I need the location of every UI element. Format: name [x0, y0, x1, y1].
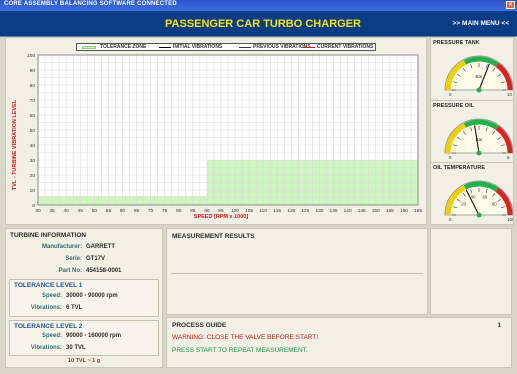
app-header: PASSENGER CAR TURBO CHARGER >> MAIN MENU… [0, 11, 517, 37]
tol2-vibrations-value: 30 TVL [66, 345, 86, 351]
tol1-speed-value: 30000 - 90000 rpm [66, 293, 118, 299]
part-value: 454158-0001 [86, 268, 122, 274]
x-tick-label: 130 [315, 208, 323, 214]
gauge-max-label: 6 [507, 155, 510, 160]
tol2-speed-value: 90000 - 160000 rpm [66, 333, 122, 339]
tol1-vibrations-value: 6 TVL [66, 305, 83, 311]
y-tick-label: 50 [30, 128, 36, 134]
gauge-title: PRESSURE OIL [433, 103, 474, 109]
tvl-conversion-note: 10 TVL ~ 1 g [67, 358, 101, 364]
y-tick-label: 10 [30, 188, 36, 194]
manufacturer-label: Manufacturer: [41, 244, 82, 250]
gauge-scale-label: 60 [483, 194, 488, 199]
part-label: Part No: [58, 268, 82, 274]
x-tick-label: 150 [372, 208, 380, 214]
right-blank-panel [430, 228, 512, 315]
process-guide-panel: PROCESS GUIDE 1 WARNING: CLOSE THE VALVE… [166, 317, 512, 368]
x-tick-label: 145 [358, 208, 366, 214]
gauge-min-label: 0 [449, 217, 452, 222]
gauge-unit-label: Bar [475, 74, 483, 79]
measurement-results-area [171, 245, 423, 274]
manufacturer-value: GARRETT [86, 244, 115, 250]
pressure-oil-gauge: 0 6 Bar [444, 118, 513, 160]
gauge-scale-label: 20 [461, 201, 466, 206]
y-tick-label: 20 [30, 173, 36, 179]
x-tick-label: 55 [106, 208, 112, 214]
serie-label: Serie: [65, 256, 82, 262]
x-tick-label: 50 [92, 208, 98, 214]
gauge-hub [476, 212, 482, 218]
vibration-chart-panel: TOLERANCE ZONE INITIAL VIBRATIONS PREVIO… [5, 37, 427, 225]
tol2-vibrations-label: Vibrations: [30, 345, 62, 351]
tol2-speed-label: Speed: [41, 333, 62, 339]
y-tick-label: 60 [30, 113, 36, 119]
x-tick-label: 70 [148, 208, 154, 214]
gauge-hub [476, 150, 482, 156]
main-menu-button[interactable]: >> MAIN MENU << [453, 20, 509, 27]
serie-value: GT17V [86, 256, 106, 262]
x-tick-label: 35 [49, 208, 55, 214]
tolerance-level-2-box: TOLERANCE LEVEL 2 Speed: 90000 - 160000 … [9, 320, 159, 356]
gauge-max-label: 100 [507, 217, 513, 222]
x-tick-label: 75 [162, 208, 168, 214]
gauge-scale-label: 40 [471, 194, 476, 199]
process-step-number: 1 [497, 323, 501, 329]
gauge-pressure-oil: PRESSURE OIL 0 6 Bar [431, 100, 513, 163]
y-tick-label: 80 [30, 83, 36, 89]
gauge-min-label: 0 [449, 92, 452, 97]
gauge-title: OIL TEMPERATURE [433, 165, 486, 171]
x-tick-label: 125 [301, 208, 309, 214]
gauge-scale-label: 80 [492, 201, 497, 206]
vibration-chart: 30 35 40 45 50 55 60 65 70 75 80 85 90 95 100 105 110 115… [27, 53, 422, 214]
tol1-vibrations-label: Vibrations: [30, 305, 62, 311]
x-tick-label: 165 [414, 208, 422, 214]
pressure-tank-gauge: 0 10 Bar [444, 55, 513, 97]
tolerance-level-1-title: TOLERANCE LEVEL 1 [14, 282, 83, 289]
turbine-info-title: TURBINE INFORMATION [10, 232, 87, 239]
y-tick-label: 70 [30, 98, 36, 104]
tol1-speed-label: Speed: [41, 293, 62, 299]
x-tick-label: 45 [78, 208, 84, 214]
x-tick-label: 140 [344, 208, 352, 214]
x-tick-label: 160 [400, 208, 408, 214]
tolerance-level-2-title: TOLERANCE LEVEL 2 [14, 323, 83, 330]
process-instruction: PRESS START TO REPEAT MEASUREMENT. [172, 347, 308, 354]
gauge-unit-label: Bar [475, 137, 483, 142]
x-tick-label: 65 [134, 208, 140, 214]
y-tick-label: 0 [32, 203, 35, 209]
gauge-title: PRESSURE TANK [433, 40, 480, 46]
x-tick-label: 40 [63, 208, 69, 214]
close-icon[interactable]: × [506, 1, 515, 9]
turbine-info-panel: TURBINE INFORMATION Manufacturer: GARRET… [5, 228, 163, 368]
x-tick-label: 115 [273, 208, 281, 214]
y-tick-label: 30 [30, 158, 36, 164]
window-title: CORE ASSEMBLY BALANCING SOFTWARE CONNECT… [4, 1, 177, 7]
gauge-oil-temperature: OIL TEMPERATURE 0 100 20 40 60 80 [431, 162, 513, 225]
gauges-panel: PRESSURE TANK 0 10 Bar PRESSURE OIL 0 6 Bar … [430, 37, 514, 225]
window-titlebar: CORE ASSEMBLY BALANCING SOFTWARE CONNECT… [0, 0, 517, 11]
x-axis-label: SPEED [RPM x 1000] [193, 214, 249, 220]
tolerance-level-1-box: TOLERANCE LEVEL 1 Speed: 30000 - 90000 r… [9, 279, 159, 317]
measurement-results-title: MEASUREMENT RESULTS [172, 233, 255, 240]
gauge-hub [476, 87, 482, 93]
y-tick-label: 90 [30, 68, 36, 74]
x-tick-label: 120 [287, 208, 295, 214]
x-tick-label: 155 [386, 208, 394, 214]
page-title: PASSENGER CAR TURBO CHARGER [165, 18, 361, 30]
process-guide-title: PROCESS GUIDE [172, 322, 227, 329]
x-tick-label: 30 [35, 208, 41, 214]
gauge-pressure-tank: PRESSURE TANK 0 10 Bar [431, 38, 513, 100]
x-tick-label: 135 [330, 208, 338, 214]
measurement-results-panel: MEASUREMENT RESULTS [166, 228, 428, 315]
gauge-max-label: 10 [507, 92, 513, 97]
gauge-min-label: 0 [449, 155, 452, 160]
oil-temperature-gauge: 0 100 20 40 60 80 [444, 180, 513, 222]
process-warning: WARNING: CLOSE THE VALVE BEFORE START! [172, 334, 319, 341]
y-tick-label: 40 [30, 143, 36, 149]
x-tick-label: 60 [120, 208, 126, 214]
y-tick-label: 100 [27, 53, 35, 59]
